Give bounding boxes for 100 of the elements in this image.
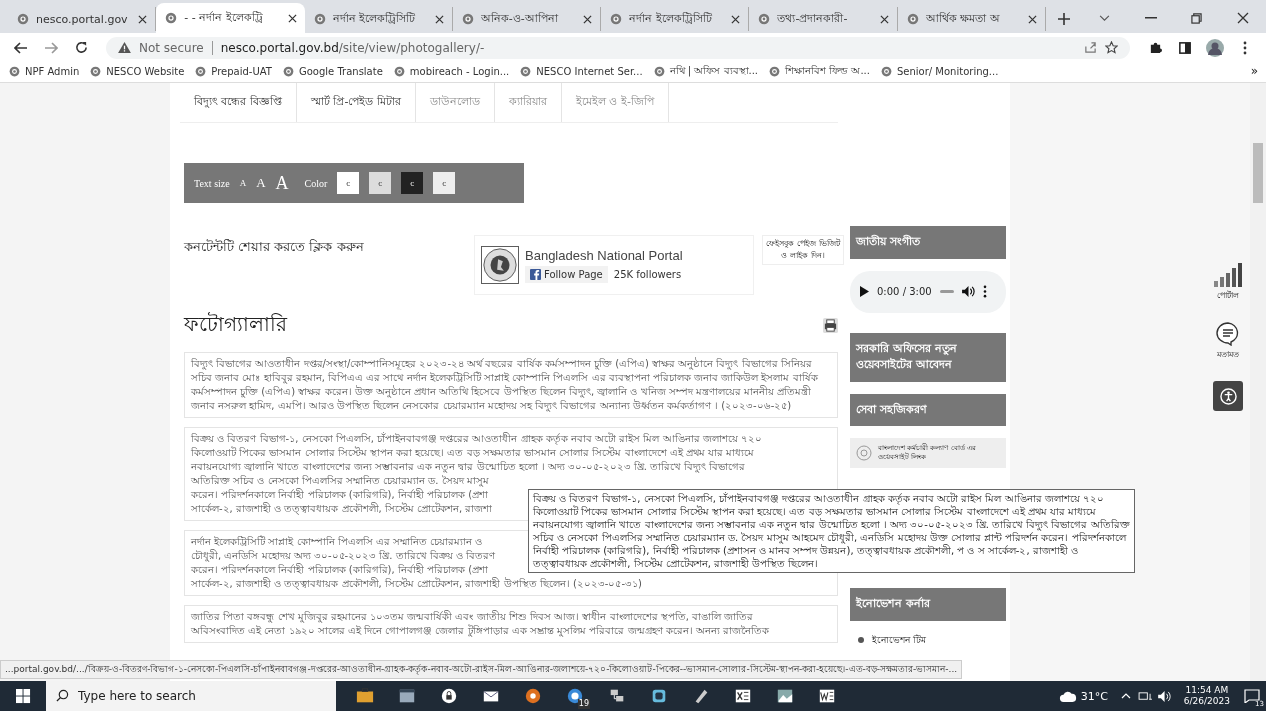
search-icon	[56, 689, 69, 702]
sidebar-link[interactable]: ইনোভেশন টিম	[872, 632, 926, 648]
share-icon[interactable]	[1084, 41, 1097, 54]
follower-count: 25K followers	[613, 268, 682, 280]
site-icon	[905, 12, 920, 26]
search-field[interactable]: Type here to search	[46, 681, 336, 711]
news-text-line[interactable]: বিক্রয় ও বিতরণ বিভাগ-১, নেসকো পিএলসি, চাঁপাইনবাবগঞ্জ দপ্তরের আওতাধীন গ্রাহক কর্তৃক নবাব অটো রাইস মিল আঙিনার জলাশয়ে ৭২০	[191, 432, 831, 446]
browser-tab[interactable]: তথ্য-প্রদানকারী-	[749, 7, 898, 31]
star-icon[interactable]	[1105, 41, 1118, 54]
site-icon	[519, 64, 533, 78]
bookmark[interactable]: Google Translate	[281, 64, 383, 78]
close-icon[interactable]	[287, 13, 297, 23]
audio-time: 0:00 / 3:00	[877, 286, 932, 297]
site-icon	[879, 64, 893, 78]
accessibility-button[interactable]	[1213, 381, 1243, 411]
signal-bars-icon[interactable]	[1214, 263, 1242, 287]
text-size-label: Text size	[194, 177, 230, 189]
page-name: Bangladesh National Portal	[525, 247, 683, 263]
browser-tab[interactable]: - - নর্দান ইলেকট্রি	[156, 3, 305, 33]
close-icon[interactable]	[879, 14, 889, 24]
news-text-line[interactable]: সার্কেল-২, রাজশাহী ও তত্ত্বাবধায়ক প্রকৌশলী, সিস্টেম প্রোটেকশন, রাজশাহী উপস্থিত ছিলেন। (২০২৩-০৫-৩১)	[191, 577, 831, 591]
address-bar[interactable]: Not secure nesco.portal.gov.bd/site/view/photogallery/-	[106, 36, 1130, 59]
scrollbar-thumb[interactable]	[1253, 143, 1263, 203]
text-size-button[interactable]: A	[256, 175, 266, 191]
site-icon	[460, 12, 475, 26]
warning-icon	[118, 42, 131, 53]
tooltip: বিক্রয় ও বিতরণ বিভাগ-১, নেসকো পিএলসি, চাঁপাইনবাবগঞ্জ দপ্তরের আওতাধীন গ্রাহক কর্তৃক নবাব অটো রাইস মিল আঙিনার জলাশয়ে ৭২০ কিলোওয়াট পিকের ভাসমান সোলার সিস্টেম স্থাপন করা হয়েছে। এত বড় সক্ষমতার ভাসমান সোলার সিস্টেম বাংলাদেশে এই প্রথম যার মাধ্যমে নবায়নযোগ্য জ্বালানি খাতে বাংলাদেশের জন্য সম্ভাবনার এক নতুন দ্বার উন্মোচিত হলো । অদ্য ৩০-০৫-২০২৩ খ্রি. তারিখে বিদ্যুৎ বিভাগের অতিরিক্ত সচিব ও নেসকো পিএলসির সম্মানিত চেয়ারম্যান ড. সৈয়দ মাসুম আহমেদ চৌধুরী, এনডিসি মহোদয় উক্ত সোলার প্লান্ট পরিদর্শন করেন। পরিদর্শনকালে নির্বাহী পরিচালক (কারিগরি), নির্বাহী পরিচালক (প্রশাসন ও মানব সম্পদ উন্নয়ন), তত্ত্বাবধায়ক প্রকৌশলী, প ও স সার্কেল-২, রাজশাহী ও তত্ত্বাবধায়ক প্রকৌশলী, সিস্টেম প্রোটেকশন, রাজশাহী উপস্থিত ছিলেন।	[528, 489, 1135, 573]
bookmark[interactable]: NPF Admin	[8, 64, 80, 78]
bookmark[interactable]: শিক্ষানবিশ ফিল্ড অ...	[768, 62, 870, 80]
site-icon	[312, 12, 327, 26]
site-icon	[768, 64, 782, 78]
close-icon[interactable]	[1027, 14, 1037, 24]
color-label: Color	[304, 177, 328, 189]
more-vertical-icon[interactable]	[982, 285, 987, 298]
menu-item[interactable]: স্মার্ট প্রি-পেইড মিটার	[297, 83, 416, 122]
site-icon	[392, 64, 406, 78]
text-size-button[interactable]: A	[239, 178, 247, 188]
follow-page-button[interactable]: Follow Page	[525, 265, 608, 283]
site-icon	[89, 64, 103, 78]
menu-item[interactable]: ইমেইল ও ই-জিপি	[561, 83, 669, 122]
sidebar-heading: সেবা সহজিকরণ	[850, 393, 1006, 426]
site-icon	[8, 64, 21, 78]
news-text-line[interactable]: জাতির পিতা বঙ্গবন্ধু শেখ মুজিবুর রহমানের ১০৩তম জন্মবার্ষিকী এবং জাতীয় শিশু দিবস আজ। স্বাধীন বাংলাদেশের স্থপতি, বাঙালি জাতির	[191, 610, 831, 624]
news-text-line[interactable]: অবিসংবাদিত এই নেতা ১৯২০ সালের এই দিনে গোপালগঞ্জ জেলার টুঙ্গিপাড়ার এক সম্ভ্রান্ত মুসলিম পরিবারে জন্মগ্রহণ করেন। অনন্য রাজনৈতিক	[191, 624, 831, 638]
close-icon[interactable]	[138, 14, 148, 24]
color-swatch[interactable]: c	[337, 172, 360, 194]
menu-item[interactable]: ক্যারিয়ার	[494, 83, 562, 122]
site-icon	[16, 12, 30, 26]
bullet-icon	[858, 637, 864, 643]
speaker-icon[interactable]	[961, 286, 975, 297]
plus-icon[interactable]	[1057, 13, 1070, 25]
more-bookmarks-button[interactable]: »	[1250, 64, 1258, 78]
close-icon[interactable]	[731, 14, 741, 24]
scrollbar[interactable]	[1250, 83, 1266, 681]
bookmark[interactable]: Senior/ Monitoring...	[879, 64, 999, 78]
accessibility-icon	[1219, 387, 1237, 405]
sidebar-heading: ইনোভেশন কর্নার	[850, 588, 1006, 621]
progress-track[interactable]	[939, 290, 954, 293]
facebook-note: ফেইসবুক পেইজ ভিজিট ও লাইক দিন।	[762, 235, 844, 265]
play-icon[interactable]	[860, 286, 869, 297]
bookmark[interactable]: mobireach - Login...	[392, 64, 510, 78]
menu-item[interactable]: ডাউনলোড	[415, 83, 495, 122]
text-size-button[interactable]: A	[275, 172, 289, 194]
sidebar-heading: জাতীয় সংগীত	[850, 226, 1006, 259]
bookmark[interactable]: NESCO Internet Ser...	[519, 64, 643, 78]
browser-tab[interactable]: আর্থিক ক্ষমতা অ	[897, 7, 1046, 31]
site-icon	[164, 11, 179, 25]
bookmark[interactable]: NESCO Website	[89, 64, 185, 78]
browser-tab[interactable]: অনিক-ও-আপিনা	[452, 7, 602, 31]
color-swatch[interactable]: c	[433, 172, 456, 194]
clock[interactable]: 11:54 AM 6/26/2023	[1175, 685, 1238, 707]
sidebar-heading: সরকারি অফিসের নতুন ওয়েবসাইটের আবেদন	[850, 332, 1006, 382]
news-text-line[interactable]: অতিরিক্ত সচিব ও নেসকো পিএলসির সম্মানিত চেয়ারম্যান ড. সৈয়দ মাসুম	[191, 474, 831, 488]
page-title: ফটোগ্যালারি	[184, 311, 287, 338]
facebook-icon	[530, 268, 541, 280]
color-swatch[interactable]: c	[369, 172, 392, 194]
bookmark[interactable]: Prepaid-UAT	[194, 64, 272, 78]
site-icon	[281, 64, 295, 78]
site-icon	[609, 12, 624, 26]
browser-tab[interactable]: নর্দান ইলেকট্রিসিটি	[304, 7, 453, 31]
browser-tab[interactable]: নর্দান ইলেকট্রিসিটি	[601, 7, 750, 31]
seal-logo-icon	[481, 246, 519, 284]
chat-bubble-icon[interactable]	[1216, 322, 1240, 346]
tool-label: মতামত	[1217, 349, 1239, 361]
security-label: Not secure	[139, 40, 204, 55]
weather-widget[interactable]: 31°C	[1050, 689, 1116, 703]
color-swatch[interactable]: c	[401, 172, 424, 194]
site-icon	[194, 64, 208, 78]
close-icon[interactable]	[434, 14, 444, 24]
tool-label: পোর্টাল	[1217, 289, 1239, 302]
print-icon[interactable]	[823, 318, 838, 333]
badge: 19	[577, 699, 590, 709]
news-text-line[interactable]: কিলোওয়াট পিকের ভাসমান সোলার সিস্টেম স্থাপন করা হয়েছে। এত বড় সক্ষমতার ভাসমান সোলার সিস্টেম বাংলাদেশে এই প্রথম যার মাধ্যমে	[191, 446, 831, 460]
site-icon	[652, 64, 666, 78]
site-icon	[757, 12, 772, 26]
menu-item[interactable]: বিদ্যুৎ বন্ধের বিজ্ঞপ্তি	[180, 83, 297, 122]
bookmark[interactable]: নথি | অফিস ব্যবস্থা...	[652, 62, 759, 80]
news-text-line[interactable]: নবায়নযোগ্য জ্বালানি খাতে বাংলাদেশের জন্য সম্ভাবনার এক নতুন দ্বার উন্মোচিত হলো । অদ্য ৩০-০৫-২০২৩ খ্রি. তারিখে বিদ্যুৎ বিভাগের	[191, 460, 831, 474]
cloud-icon	[1058, 690, 1077, 702]
close-icon[interactable]	[583, 14, 593, 24]
